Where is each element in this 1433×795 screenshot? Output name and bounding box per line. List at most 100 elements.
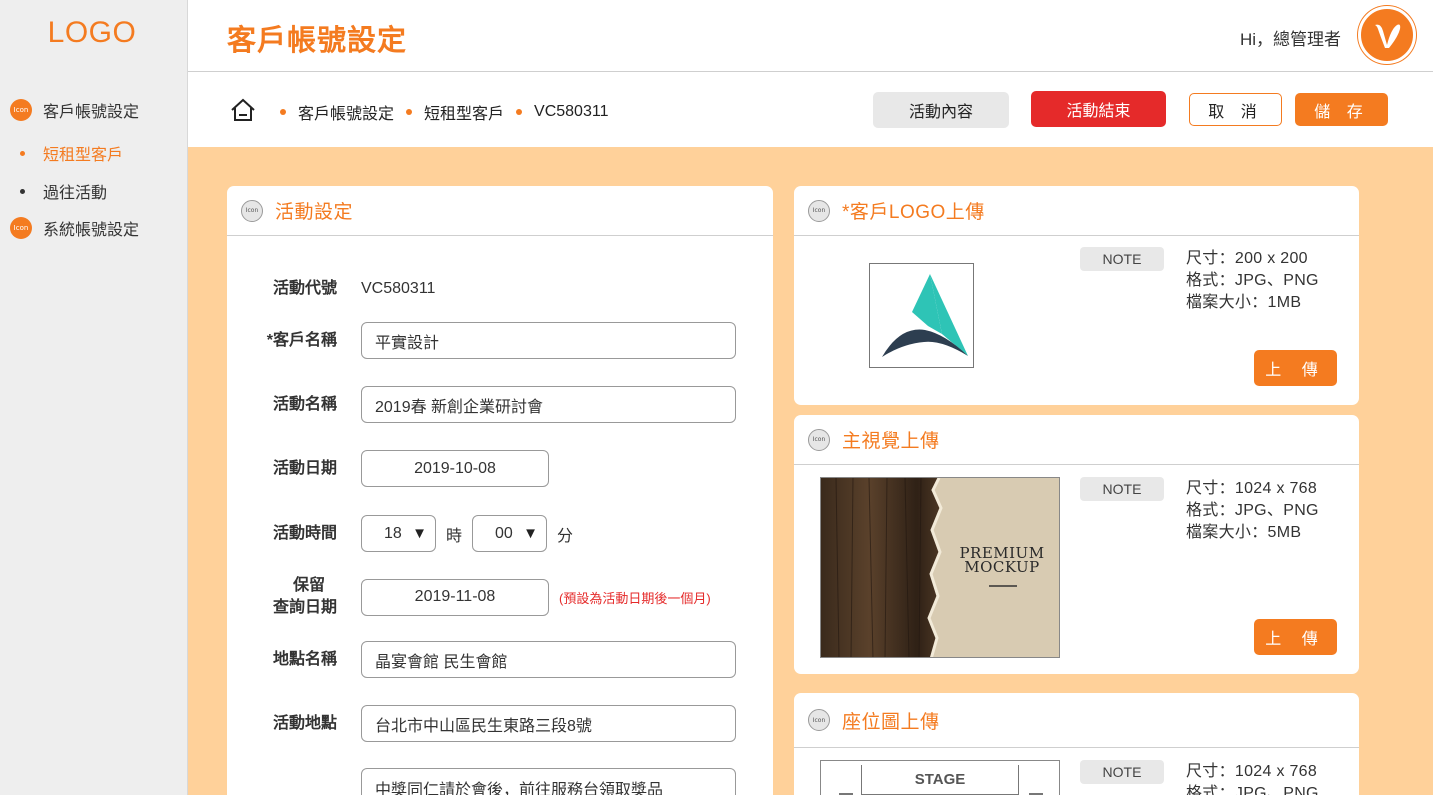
note-badge: NOTE [1080, 760, 1164, 784]
event-content-button[interactable]: 活動內容 [873, 92, 1009, 128]
sidebar-item-label: 過往活動 [43, 185, 108, 202]
home-icon[interactable] [230, 97, 256, 123]
bullet-icon [20, 188, 25, 194]
spec-size: 尺寸：200 x 200 [1186, 250, 1308, 267]
header: 客戶帳號設定 Hi，總管理者 [188, 0, 1433, 72]
spec-filesize: 檔案大小：5MB [1186, 524, 1302, 541]
field-label-line: 保留 [292, 577, 325, 594]
placeholder-icon: Icon [10, 217, 32, 239]
avatar[interactable] [1358, 6, 1416, 64]
upload-logo-button[interactable]: 上 傳 [1254, 350, 1337, 386]
upload-key-visual-button[interactable]: 上 傳 [1254, 619, 1337, 655]
retention-date-input[interactable]: 2019-11-08 [361, 578, 549, 616]
spec-format: 格式：JPG、PNG [1186, 272, 1319, 289]
placeholder-icon: Icon [241, 199, 263, 222]
field-label: 活動時間 [272, 524, 337, 542]
field-label: 活動名稱 [272, 395, 337, 413]
card-title: 活動設定 [275, 202, 354, 223]
venue-name-input[interactable]: 晶宴會館 民生會館 [361, 641, 736, 678]
sidebar-item-client-accounts[interactable]: Icon 客戶帳號設定 [10, 98, 139, 122]
placeholder-icon: Icon [808, 428, 830, 451]
note-badge: NOTE [1080, 247, 1164, 271]
card-title: *客戶LOGO上傳 [842, 202, 985, 223]
sidebar-item-label: 系統帳號設定 [43, 222, 140, 239]
note-badge: NOTE [1080, 477, 1164, 501]
event-date-row: 活動日期 2019-10-08 [227, 450, 549, 487]
event-date-input[interactable]: 2019-10-08 [361, 450, 549, 487]
sidebar-item-past-events[interactable]: 過往活動 [20, 179, 107, 203]
event-code-row: 活動代號 VC580311 [227, 278, 435, 300]
event-settings-card: Icon 活動設定 活動代號 VC580311 *客戶名稱 平實設計 活動名稱 … [227, 186, 773, 795]
placeholder-icon: Icon [808, 199, 830, 222]
card-title: 主視覺上傳 [842, 431, 940, 452]
minute-select[interactable]: 00 ▼ [472, 515, 548, 552]
card-header: Icon *客戶LOGO上傳 [794, 186, 1359, 236]
event-time-row: 活動時間 18 ▼ 時 00 ▼ 分 [227, 515, 583, 552]
placeholder-icon: Icon [10, 99, 32, 121]
breadcrumb-separator [406, 109, 413, 115]
bullet-icon [20, 150, 25, 156]
seating-chart-upload-card: Icon 座位圖上傳 STAGE NOTE 尺寸：1024 x 768 格式：J… [794, 693, 1359, 795]
hour-value: 18 [384, 524, 402, 542]
hour-unit: 時 [446, 527, 463, 545]
event-name-row: 活動名稱 2019春 新創企業研討會 [227, 386, 736, 423]
hour-select[interactable]: 18 ▼ [361, 515, 436, 552]
upload-spec: 尺寸：1024 x 768 格式：JPG、PNG 檔案大小：5MB [1186, 478, 1319, 544]
venue-address-input[interactable]: 台北市中山區民生東路三段8號 [361, 705, 736, 742]
dropdown-arrow-icon: ▼ [523, 525, 539, 542]
mockup-caption: PREMIUM MOCKUP [949, 546, 1055, 576]
event-note-textarea[interactable]: 中獎同仁請於會後，前往服務台領取獎品 [361, 768, 736, 795]
user-greeting: Hi，總管理者 [1239, 30, 1341, 49]
card-header: Icon 座位圖上傳 [794, 693, 1359, 748]
page-title: 客戶帳號設定 [227, 25, 408, 57]
card-header: Icon 主視覺上傳 [794, 415, 1359, 465]
placeholder-icon: Icon [808, 709, 830, 731]
breadcrumb-item[interactable]: 短租型客戶 [424, 100, 504, 124]
event-name-input[interactable]: 2019春 新創企業研討會 [361, 386, 736, 423]
spec-format: 格式：JPG、PNG [1186, 785, 1319, 795]
field-label: 活動代號 [272, 280, 337, 297]
breadcrumb-item[interactable]: 客戶帳號設定 [298, 100, 394, 124]
save-button[interactable]: 儲 存 [1295, 93, 1388, 126]
end-event-button[interactable]: 活動結束 [1031, 91, 1166, 127]
field-label: 活動地點 [272, 714, 337, 732]
breadcrumb: 客戶帳號設定 短租型客戶 VC580311 [268, 100, 608, 124]
breadcrumb-current: VC580311 [534, 103, 609, 120]
sidebar-item-label: 客戶帳號設定 [43, 104, 140, 121]
client-logo-icon [882, 274, 968, 357]
sidebar-item-short-term-clients[interactable]: 短租型客戶 [20, 141, 123, 165]
key-visual-upload-card: Icon 主視覺上傳 PREMIUM MOCKUP NOTE 尺寸：1024 x… [794, 415, 1359, 674]
venue-address-row: 活動地點 台北市中山區民生東路三段8號 [227, 705, 736, 742]
event-note-row: 中獎同仁請於會後，前往服務台領取獎品 [227, 768, 736, 795]
sidebar: LOGO Icon 客戶帳號設定 短租型客戶 過往活動 Icon 系統帳號設定 [0, 0, 188, 795]
spec-size: 尺寸：1024 x 768 [1186, 763, 1318, 780]
key-visual-preview-image: PREMIUM MOCKUP [820, 477, 1060, 658]
sidebar-item-label: 短租型客戶 [43, 147, 124, 164]
sidebar-item-system-accounts[interactable]: Icon 系統帳號設定 [10, 216, 139, 240]
field-label: 地點名稱 [272, 650, 337, 668]
breadcrumb-separator [516, 109, 523, 115]
dropdown-arrow-icon: ▼ [412, 525, 427, 542]
field-label-line: 查詢日期 [272, 599, 337, 616]
upload-spec: 尺寸：1024 x 768 格式：JPG、PNG [1186, 761, 1319, 795]
breadcrumb-separator [280, 109, 286, 115]
logo: LOGO [47, 16, 137, 49]
cancel-button[interactable]: 取 消 [1189, 93, 1282, 126]
mockup-caption-line: MOCKUP [964, 558, 1040, 576]
event-code-value: VC580311 [361, 280, 436, 297]
minute-value: 00 [495, 524, 513, 542]
main-content: Icon 活動設定 活動代號 VC580311 *客戶名稱 平實設計 活動名稱 … [188, 147, 1433, 795]
minute-unit: 分 [557, 527, 574, 545]
toolbar: 客戶帳號設定 短租型客戶 VC580311 活動內容 活動結束 取 消 儲 存 [188, 73, 1433, 147]
client-name-row: *客戶名稱 平實設計 [227, 322, 736, 359]
upload-spec: 尺寸：200 x 200 格式：JPG、PNG 檔案大小：1MB [1186, 248, 1319, 314]
logo-upload-card: Icon *客戶LOGO上傳 NOTE 尺寸：200 x 200 格式：JPG、… [794, 186, 1359, 405]
field-label: 保留 查詢日期 [227, 575, 337, 619]
client-name-input[interactable]: 平實設計 [361, 322, 736, 359]
venue-name-row: 地點名稱 晶宴會館 民生會館 [227, 641, 736, 678]
spec-format: 格式：JPG、PNG [1186, 502, 1319, 519]
spec-size: 尺寸：1024 x 768 [1186, 480, 1318, 497]
card-title: 座位圖上傳 [842, 711, 940, 733]
retention-date-row: 保留 查詢日期 2019-11-08 (預設為活動日期後一個月) [227, 575, 711, 619]
retention-hint: (預設為活動日期後一個月) [559, 590, 711, 606]
